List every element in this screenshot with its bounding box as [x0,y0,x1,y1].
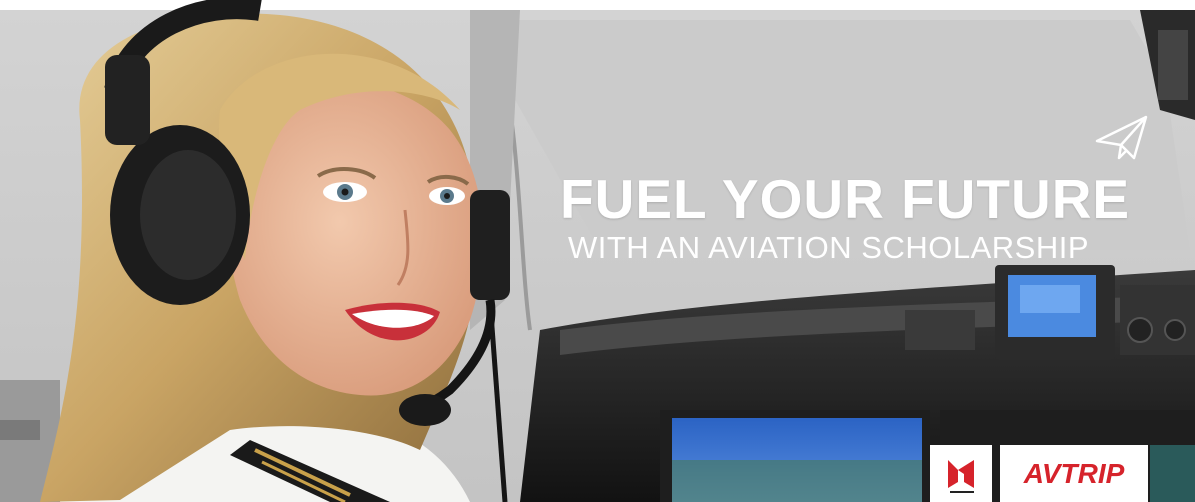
subheadline: WITH AN AVIATION SCHOLARSHIP [568,230,1089,265]
partner-logo-avtrip: AVTRIP [1000,445,1148,502]
dashboard-edge [1150,445,1195,502]
avtrip-logo-text: AVTRIP [1023,457,1125,489]
headline: FUEL YOUR FUTURE [560,168,1131,230]
chevron-logo-icon [948,459,974,493]
scholarship-banner: FUEL YOUR FUTURE WITH AN AVIATION SCHOLA… [0,0,1195,502]
partner-logo-left [930,445,992,502]
headline-block: FUEL YOUR FUTURE WITH AN AVIATION SCHOLA… [560,168,1160,266]
paper-plane-icon [1095,115,1148,160]
